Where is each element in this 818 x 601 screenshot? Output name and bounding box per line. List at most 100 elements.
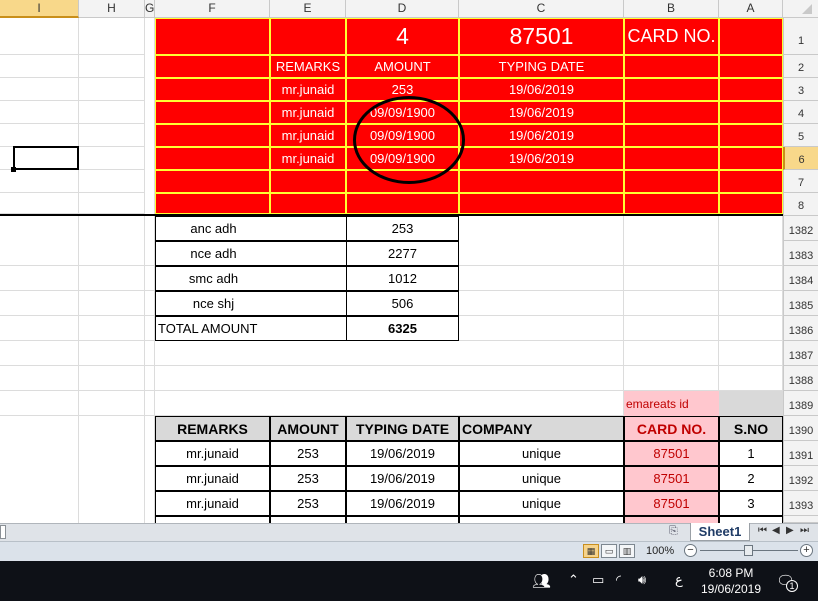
prev-sheet-icon[interactable]: ◀ bbox=[772, 525, 780, 536]
remarks-cell[interactable]: mr.junaid bbox=[270, 124, 346, 147]
red-cell[interactable] bbox=[459, 170, 624, 193]
row-header-1390[interactable]: 1390 bbox=[783, 416, 818, 441]
column-header-h[interactable]: H bbox=[79, 0, 145, 18]
red-cell[interactable] bbox=[624, 170, 719, 193]
row-header-2[interactable]: 2 bbox=[783, 55, 818, 78]
red-cell[interactable] bbox=[624, 147, 719, 170]
next-sheet-icon[interactable]: ▶ bbox=[786, 525, 794, 536]
red-cell[interactable] bbox=[155, 101, 270, 124]
first-sheet-icon[interactable]: ⏮ bbox=[758, 525, 767, 536]
red-cell[interactable] bbox=[719, 124, 783, 147]
last-sheet-icon[interactable]: ⏭ bbox=[800, 525, 809, 536]
table-cell-sno[interactable]: 3 bbox=[719, 491, 783, 516]
red-cell[interactable] bbox=[155, 55, 270, 78]
table-header-card-no[interactable]: CARD NO. bbox=[624, 416, 719, 441]
remarks-header-cell[interactable]: REMARKS bbox=[270, 55, 346, 78]
red-cell[interactable] bbox=[624, 124, 719, 147]
red-cell[interactable] bbox=[719, 18, 783, 55]
row-header-1387[interactable]: 1387 bbox=[783, 341, 818, 366]
table-header-amount[interactable]: AMOUNT bbox=[270, 416, 346, 441]
red-cell[interactable] bbox=[624, 78, 719, 101]
remarks-cell[interactable]: mr.junaid bbox=[270, 147, 346, 170]
zoom-level[interactable]: 100% bbox=[646, 545, 674, 557]
table-header-sno[interactable]: S.NO bbox=[719, 416, 783, 441]
red-cell[interactable] bbox=[719, 101, 783, 124]
red-cell[interactable] bbox=[719, 147, 783, 170]
card-label-cell[interactable]: CARD NO. bbox=[624, 18, 719, 55]
row-header-1393[interactable]: 1393 bbox=[783, 491, 818, 516]
table-cell-remarks[interactable]: mr.junaid bbox=[155, 441, 270, 466]
table-cell-remarks[interactable]: mr.junaid bbox=[155, 466, 270, 491]
red-cell[interactable] bbox=[270, 193, 346, 214]
row-header-1382[interactable]: 1382 bbox=[783, 216, 818, 241]
red-cell[interactable] bbox=[459, 193, 624, 214]
table-cell-sno[interactable]: 2 bbox=[719, 466, 783, 491]
row-header-5[interactable]: 5 bbox=[783, 124, 818, 147]
date-cell[interactable]: 19/06/2019 bbox=[459, 78, 624, 101]
column-header-i[interactable]: I bbox=[0, 0, 79, 18]
row-header-1388[interactable]: 1388 bbox=[783, 366, 818, 391]
battery-icon[interactable]: ▭ bbox=[592, 572, 604, 588]
table-cell-sno[interactable]: 1 bbox=[719, 441, 783, 466]
table-cell-amount[interactable]: 253 bbox=[270, 441, 346, 466]
total-amount-label[interactable]: TOTAL AMOUNT bbox=[155, 316, 346, 341]
table-cell-amount[interactable]: 253 bbox=[270, 491, 346, 516]
red-cell[interactable] bbox=[155, 170, 270, 193]
column-header-f[interactable]: F bbox=[155, 0, 270, 18]
red-cell[interactable] bbox=[624, 101, 719, 124]
summary-value[interactable]: 253 bbox=[346, 216, 459, 241]
page-break-view-icon[interactable]: ▥ bbox=[619, 544, 635, 558]
table-cell-date[interactable]: 19/06/2019 bbox=[346, 441, 459, 466]
red-cell[interactable] bbox=[270, 170, 346, 193]
date-cell[interactable]: 19/06/2019 bbox=[459, 124, 624, 147]
gray-cell[interactable] bbox=[719, 391, 783, 416]
normal-view-icon[interactable]: ▦ bbox=[583, 544, 599, 558]
table-cell-date[interactable]: 19/06/2019 bbox=[346, 466, 459, 491]
red-cell[interactable] bbox=[624, 193, 719, 214]
amount-header-cell[interactable]: AMOUNT bbox=[346, 55, 459, 78]
action-center-icon[interactable]: 🗨︎ 1 bbox=[776, 572, 798, 592]
summary-value[interactable]: 506 bbox=[346, 291, 459, 316]
table-cell-card[interactable]: 87501 bbox=[624, 466, 719, 491]
red-cell[interactable] bbox=[270, 18, 346, 55]
total-amount-value[interactable]: 6325 bbox=[346, 316, 459, 341]
column-header-b[interactable]: B bbox=[624, 0, 719, 18]
table-header-remarks[interactable]: REMARKS bbox=[155, 416, 270, 441]
zoom-out-icon[interactable]: − bbox=[684, 544, 697, 557]
row-header-1386[interactable]: 1386 bbox=[783, 316, 818, 341]
wifi-icon[interactable]: ◜ bbox=[616, 572, 621, 588]
column-header-a[interactable]: A bbox=[719, 0, 783, 18]
red-cell[interactable] bbox=[624, 55, 719, 78]
table-cell-card[interactable]: 87501 bbox=[624, 491, 719, 516]
red-cell[interactable] bbox=[155, 147, 270, 170]
zoom-in-icon[interactable]: + bbox=[800, 544, 813, 557]
sheet-tab-sheet1[interactable]: Sheet1 bbox=[690, 523, 750, 541]
table-header-typing-date[interactable]: TYPING DATE bbox=[346, 416, 459, 441]
table-cell-remarks[interactable]: mr.junaid bbox=[155, 491, 270, 516]
remarks-cell[interactable]: mr.junaid bbox=[270, 78, 346, 101]
row-header-1385[interactable]: 1385 bbox=[783, 291, 818, 316]
zoom-slider-thumb[interactable] bbox=[744, 545, 753, 556]
red-cell[interactable] bbox=[719, 55, 783, 78]
horizontal-scroll-thumb[interactable] bbox=[0, 525, 6, 539]
table-header-company[interactable]: COMPANY bbox=[459, 416, 624, 441]
summary-value[interactable]: 1012 bbox=[346, 266, 459, 291]
remarks-cell[interactable]: mr.junaid bbox=[270, 101, 346, 124]
active-cell-selection[interactable] bbox=[11, 146, 79, 172]
column-header-d[interactable]: D bbox=[346, 0, 459, 18]
input-language[interactable]: ع bbox=[675, 572, 683, 588]
row-header-4[interactable]: 4 bbox=[783, 101, 818, 124]
red-cell[interactable] bbox=[155, 124, 270, 147]
table-cell-date[interactable]: 19/06/2019 bbox=[346, 491, 459, 516]
emareats-id-label[interactable]: emareats id bbox=[624, 391, 719, 416]
red-cell[interactable] bbox=[155, 18, 270, 55]
row-header-1391[interactable]: 1391 bbox=[783, 441, 818, 466]
insert-sheet-icon[interactable]: ⎘ bbox=[669, 525, 678, 538]
date-cell[interactable]: 19/06/2019 bbox=[459, 101, 624, 124]
typing-date-header-cell[interactable]: TYPING DATE bbox=[459, 55, 624, 78]
row-header-1383[interactable]: 1383 bbox=[783, 241, 818, 266]
row-header-1392[interactable]: 1392 bbox=[783, 466, 818, 491]
summary-value[interactable]: 2277 bbox=[346, 241, 459, 266]
row-header-8[interactable]: 8 bbox=[783, 193, 818, 216]
red-cell[interactable] bbox=[346, 193, 459, 214]
